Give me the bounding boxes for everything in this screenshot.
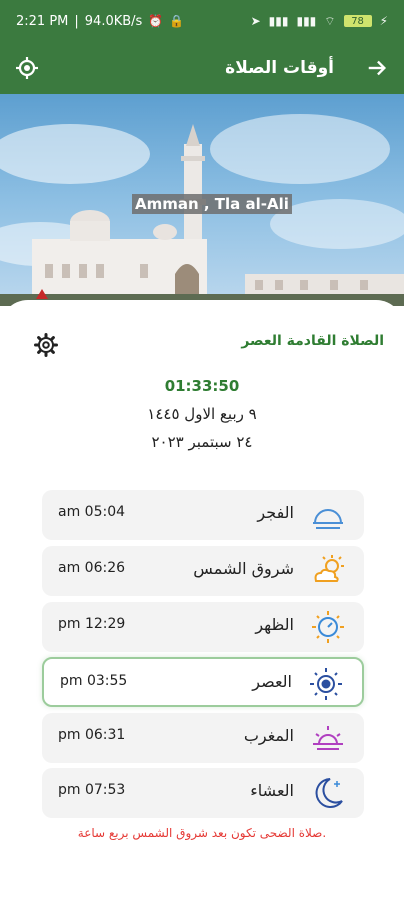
isha-moon-icon — [315, 778, 343, 808]
gregorian-date: ٢٤ سبتمبر ٢٠٢٣ — [151, 433, 253, 451]
prayer-row-dhuhr[interactable]: الظهر pm 12:29 — [42, 602, 364, 652]
prayer-row-asr[interactable]: العصر pm 03:55 — [42, 657, 364, 707]
signal-icon-2: ▮▮▮ — [296, 14, 317, 28]
next-prayer-label: الصلاة القادمة العصر — [241, 333, 384, 349]
prayer-row-isha[interactable]: العشاء pm 07:53 — [42, 768, 364, 818]
lock-icon: 🔒 — [169, 14, 185, 28]
prayer-name: شروق الشمس — [193, 559, 294, 578]
sunrise-icon — [314, 555, 344, 582]
prayer-time: pm 06:31 — [58, 727, 126, 743]
prayer-name: الفجر — [257, 503, 294, 522]
page-title: أوقات الصلاة — [225, 58, 334, 78]
prayer-time: am 06:26 — [58, 560, 126, 576]
prayer-time: pm 12:29 — [58, 616, 126, 632]
prayer-row-maghrib[interactable]: المغرب pm 06:31 — [42, 713, 364, 763]
maghrib-sunset-icon — [313, 726, 343, 750]
prayer-name: العصر — [252, 672, 292, 691]
wifi-icon: ⌔ — [324, 13, 336, 28]
gear-icon — [34, 333, 58, 357]
location-label: Amman , Tla al-Ali — [132, 194, 292, 214]
arrow-right-icon — [368, 60, 387, 76]
asr-sun-icon — [310, 668, 342, 700]
prayer-row-sunrise[interactable]: شروق الشمس am 06:26 — [42, 546, 364, 596]
status-bar: 2:21 PM | 94.0KB/s ⏰ 🔒 ➤ ▮▮▮ ▮▮▮ ⌔ 78 ⚡ — [0, 0, 404, 42]
prayer-name: الظهر — [255, 615, 294, 634]
mosque-hero-image: Amman , Tla al-Ali — [0, 94, 404, 306]
prayer-name: المغرب — [243, 726, 294, 745]
location-arrow-icon: ➤ — [250, 14, 261, 28]
fajr-icon — [313, 509, 343, 529]
back-button[interactable] — [364, 55, 390, 81]
charging-icon: ⚡ — [379, 14, 388, 28]
app-bar: أوقات الصلاة — [0, 42, 404, 94]
prayer-time: am 05:04 — [58, 504, 126, 520]
network-speed: 94.0KB/s — [84, 13, 143, 29]
location-target-button[interactable] — [14, 55, 40, 81]
alarm-icon: ⏰ — [148, 14, 164, 28]
duha-note: صلاة الضحى تكون بعد شروق الشمس بربع ساعة… — [77, 826, 327, 840]
settings-button[interactable] — [34, 333, 58, 357]
battery-indicator: 78 — [343, 15, 372, 27]
prayer-name: العشاء — [250, 781, 294, 800]
status-time: 2:21 PM — [16, 13, 69, 29]
prayer-time: pm 07:53 — [58, 782, 126, 798]
prayer-time: pm 03:55 — [60, 673, 128, 689]
gps-target-icon — [16, 57, 38, 79]
prayer-row-fajr[interactable]: الفجر am 05:04 — [42, 490, 364, 540]
dhuhr-sun-icon — [312, 611, 344, 643]
countdown-timer: 01:33:50 — [164, 377, 240, 395]
signal-icon: ▮▮▮ — [268, 14, 289, 28]
hijri-date: ٩ ربيع الاول ١٤٤٥ — [147, 405, 257, 423]
